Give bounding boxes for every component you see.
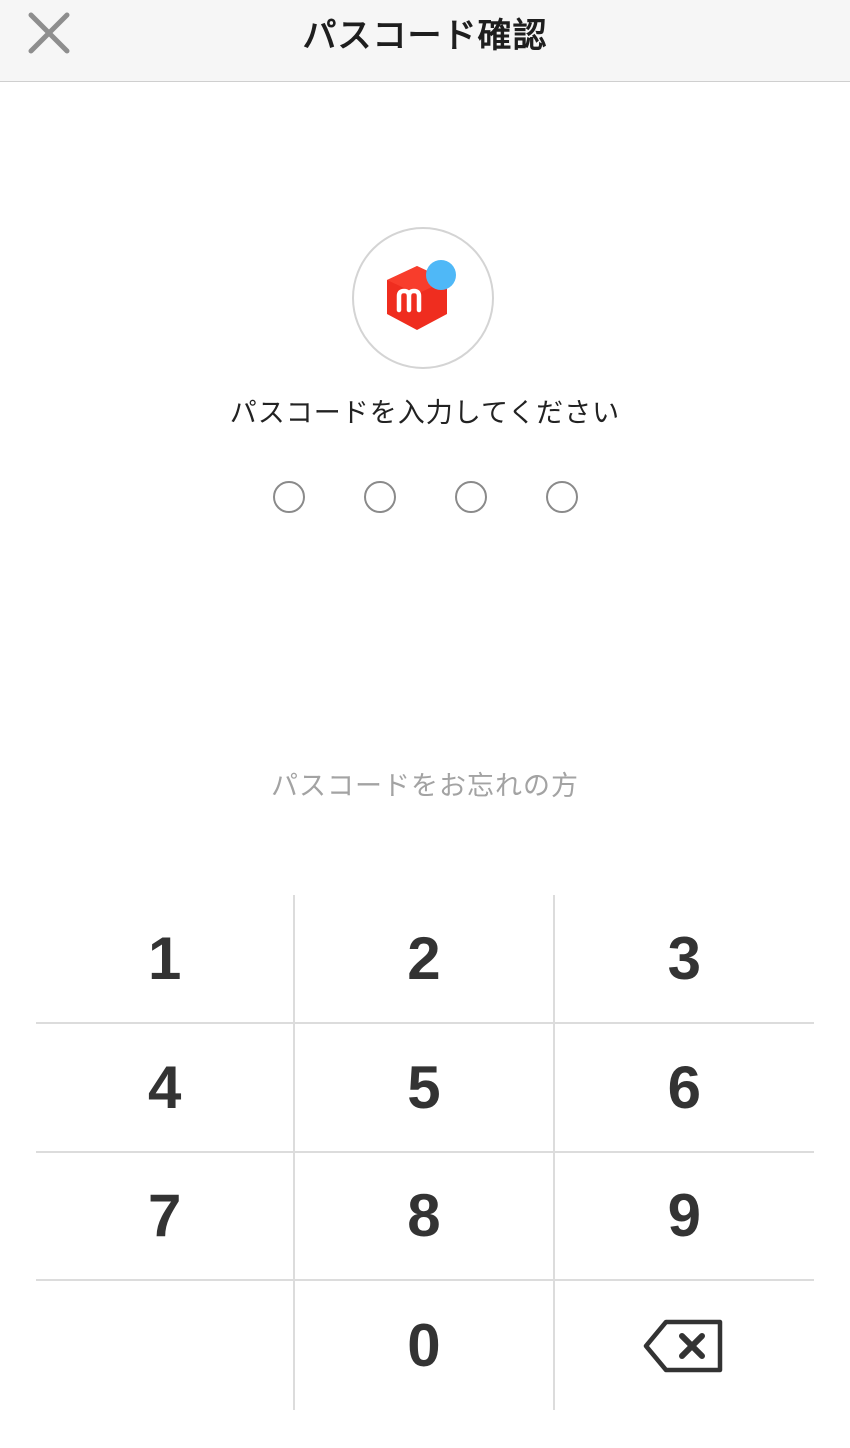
passcode-dot [545,481,578,513]
key-0[interactable]: 0 [295,1281,555,1410]
page-title: パスコード確認 [302,16,548,56]
passcode-prompt: パスコードを入力してください [229,398,621,429]
key-4[interactable]: 4 [36,1023,296,1153]
app-logo [352,227,494,369]
navigation-bar: パスコード確認 [0,0,850,82]
passcode-dot [454,481,487,513]
key-6[interactable]: 6 [554,1024,814,1153]
passcode-dot [272,481,305,513]
mercari-logo-icon [387,260,456,330]
forgot-passcode-link[interactable]: パスコードをお忘れの方 [0,764,850,803]
numeric-keypad: 1 2 3 4 5 6 7 8 9 0 [36,895,814,1410]
key-9[interactable]: 9 [554,1153,814,1282]
backspace-button[interactable] [555,1281,814,1410]
key-8[interactable]: 8 [295,1152,555,1282]
key-1[interactable]: 1 [36,895,296,1024]
key-5[interactable]: 5 [295,1023,555,1153]
passcode-dot [363,481,396,513]
passcode-indicator [0,481,850,513]
key-2[interactable]: 2 [295,895,555,1024]
key-7[interactable]: 7 [36,1152,296,1282]
key-empty [36,1281,296,1410]
backspace-icon [644,1319,723,1372]
key-3[interactable]: 3 [554,895,814,1024]
